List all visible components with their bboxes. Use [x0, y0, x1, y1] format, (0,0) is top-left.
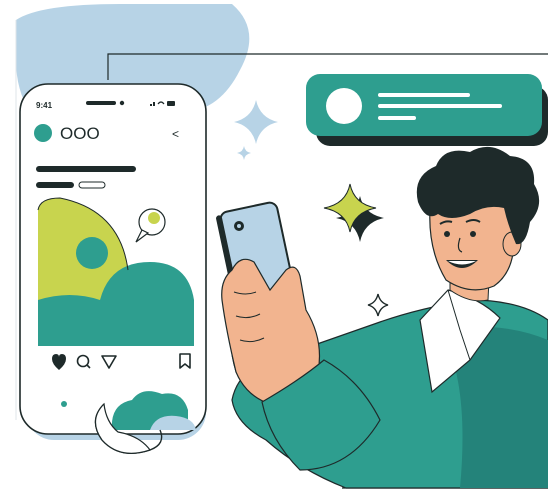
sparkle-icon: [234, 100, 278, 144]
phone-camera: [119, 100, 125, 106]
caption-tag: [78, 181, 106, 189]
caption-line: [36, 166, 136, 172]
notification-line-3: [378, 116, 416, 120]
held-phone-camera-lens: [237, 224, 241, 228]
location-pin-dot: [148, 212, 160, 224]
caption-line-short: [36, 182, 74, 188]
phone-notch: [86, 101, 116, 105]
man-eye-left: [444, 231, 450, 237]
phone-status-time: 9:41: [36, 101, 53, 110]
battery-icon: [167, 101, 175, 106]
profile-name: OOO: [60, 124, 100, 143]
illustration-canvas: 9:41 OOO <: [15, 4, 548, 489]
sparkle-icon: [237, 146, 251, 160]
notification-line-1: [378, 93, 470, 97]
back-icon[interactable]: <: [172, 127, 179, 141]
page-indicator-dot: [61, 401, 67, 407]
man-eye-right: [470, 231, 476, 237]
avatar-icon: [326, 88, 362, 124]
illustration-scene: 9:41 OOO <: [0, 0, 548, 504]
notification-line-2: [378, 104, 502, 108]
sparkle-icon: [367, 293, 389, 317]
profile-avatar[interactable]: [34, 124, 52, 142]
post-image-sun: [76, 237, 108, 269]
